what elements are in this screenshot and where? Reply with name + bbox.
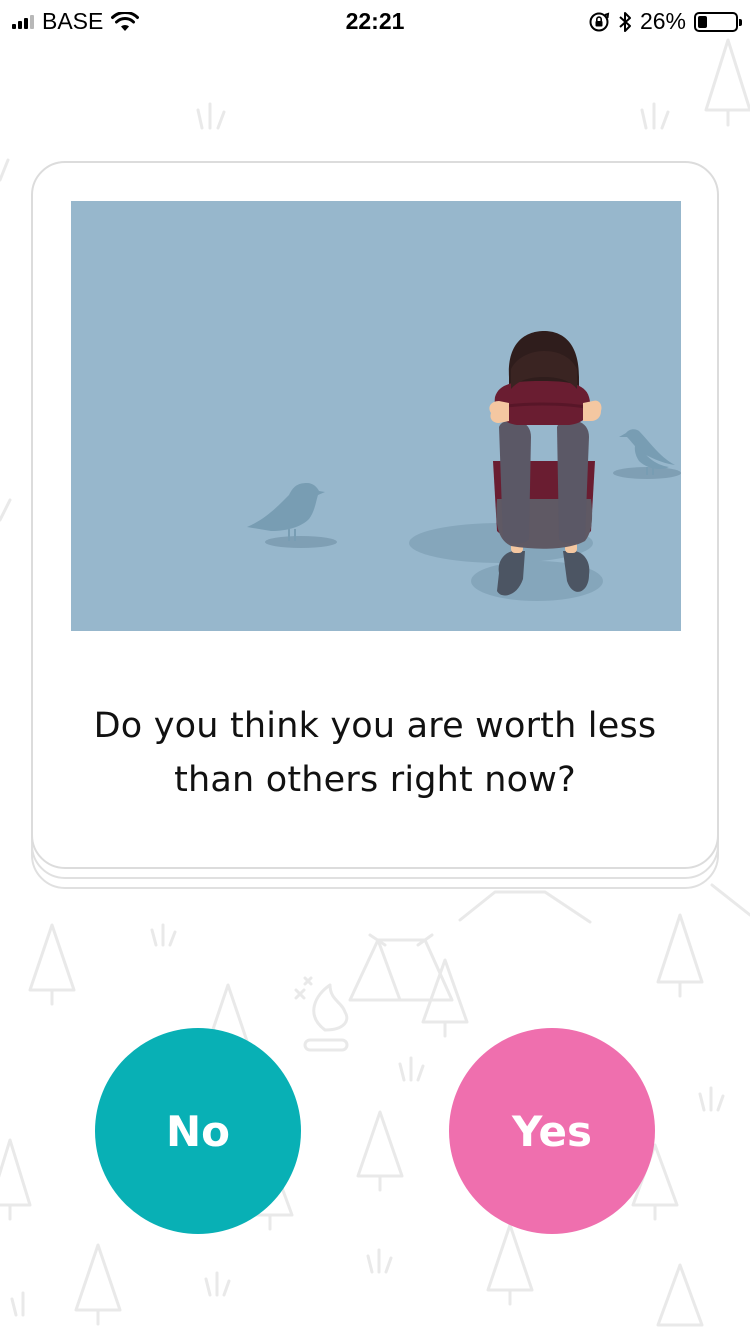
tree-icon	[486, 1223, 534, 1306]
tree-icon	[656, 1263, 704, 1327]
sad-person-illustration	[247, 331, 681, 601]
bird-icon	[247, 483, 325, 541]
tree-icon	[656, 913, 704, 998]
question-card: Do you think you are worth less than oth…	[31, 161, 719, 869]
battery-percent: 26%	[639, 8, 686, 34]
campfire-icon	[294, 976, 349, 1052]
question-text: Do you think you are worth less than oth…	[93, 706, 657, 800]
grass-icon	[10, 1291, 25, 1317]
bluetooth-icon	[619, 11, 631, 32]
tent-icon	[348, 933, 454, 1002]
grass-icon	[640, 102, 670, 130]
grass-icon	[366, 1248, 393, 1274]
grass-icon	[398, 1056, 425, 1082]
battery-icon	[694, 11, 742, 32]
grass-icon	[698, 1086, 725, 1112]
tree-icon	[28, 923, 76, 1006]
tree-icon	[356, 1110, 404, 1192]
tree-icon	[0, 1138, 32, 1221]
yes-button[interactable]: Yes	[449, 1028, 655, 1234]
tree-icon	[704, 38, 750, 127]
card-illustration	[71, 201, 681, 631]
tree-icon	[421, 958, 469, 1038]
status-bar: BASE 22:21 26%	[0, 0, 750, 42]
tree-icon	[74, 1243, 122, 1326]
grass-icon	[196, 102, 226, 130]
rotation-lock-icon	[589, 12, 610, 31]
no-button[interactable]: No	[95, 1028, 301, 1234]
status-right: 26%	[588, 8, 742, 35]
grass-icon	[150, 923, 177, 947]
battery-fill	[698, 15, 707, 28]
grass-icon	[204, 1271, 231, 1297]
